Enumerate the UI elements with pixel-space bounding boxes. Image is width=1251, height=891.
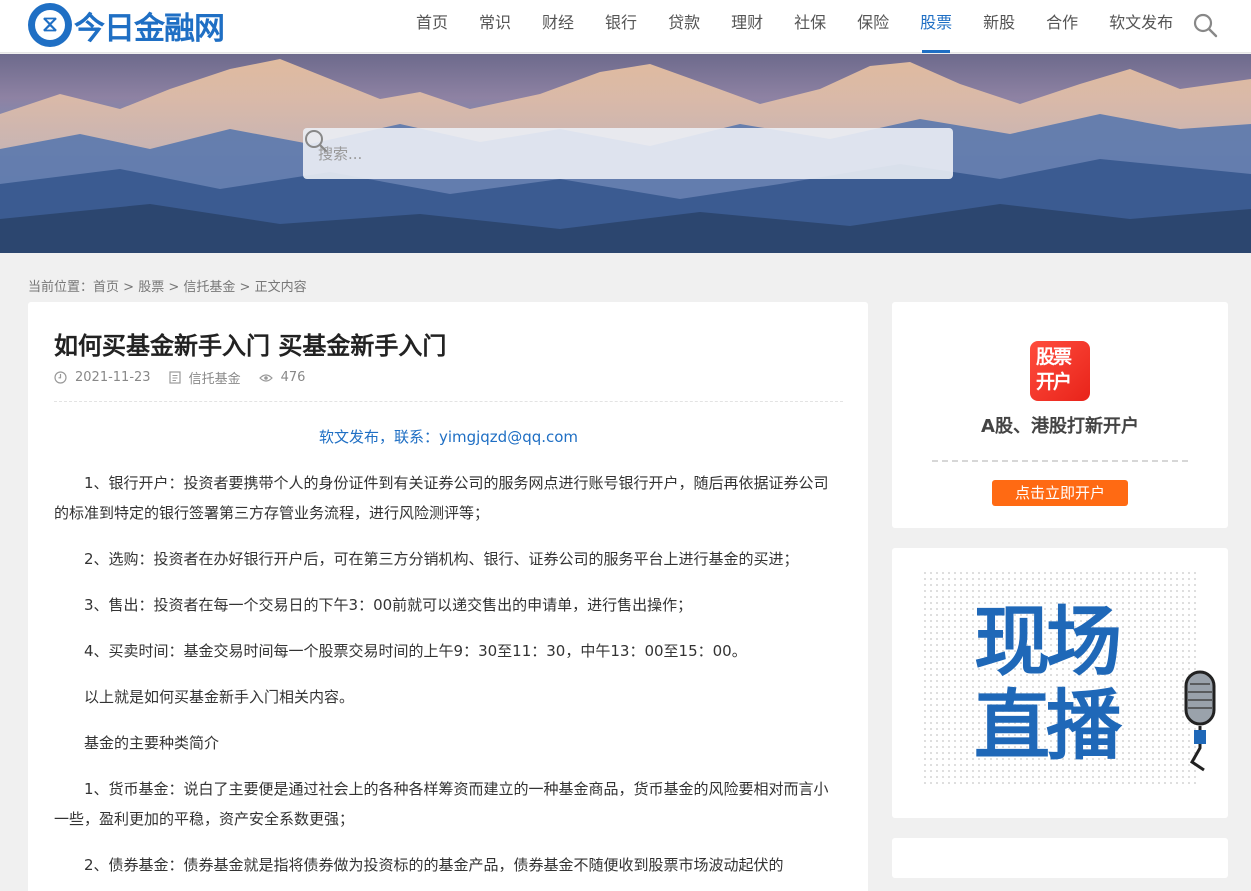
nav-item[interactable]: 银行 bbox=[597, 0, 645, 53]
article-paragraph: 2、选购：投资者在办好银行开户后，可在第三方分销机构、银行、证券公司的服务平台上… bbox=[84, 550, 799, 568]
meta-views: 476 bbox=[258, 370, 306, 385]
breadcrumb-stocks[interactable]: 股票 bbox=[138, 280, 164, 295]
article-meta: 2021-11-23 信托基金 476 bbox=[54, 368, 323, 387]
article-date: 2021-11-23 bbox=[75, 370, 151, 385]
search-icon[interactable] bbox=[1192, 12, 1218, 38]
nav-item[interactable]: 新股 bbox=[975, 0, 1023, 53]
breadcrumb-current: 正文内容 bbox=[254, 280, 307, 295]
nav-item[interactable]: 保险 bbox=[849, 0, 897, 53]
eye-icon bbox=[258, 373, 273, 382]
nav-item[interactable]: 首页 bbox=[408, 0, 456, 53]
nav-item[interactable]: 常识 bbox=[471, 0, 519, 53]
breadcrumb-prefix: 当前位置： bbox=[28, 280, 94, 295]
live-broadcast-image: 现场 直播 bbox=[922, 570, 1216, 788]
logo-mark-icon: ⧖ bbox=[28, 3, 72, 47]
microphone-icon bbox=[1184, 670, 1216, 772]
meta-date: 2021-11-23 bbox=[54, 370, 151, 385]
sidebar-card-empty bbox=[892, 838, 1228, 878]
meta-category: 信托基金 bbox=[168, 368, 241, 387]
article-paragraph: 1、货币基金：说白了主要便是通过社会上的各种各样筹资而建立的一种基金商品，货币基… bbox=[54, 780, 829, 828]
promo-contact-link[interactable]: 软文发布，联系：yimgjqzd@qq.com bbox=[54, 426, 843, 447]
nav-item[interactable]: 软文发布 bbox=[1101, 0, 1181, 53]
article-paragraph: 2、债券基金：债券基金就是指将债券做为投资标的的基金产品，债券基金不随便收到股票… bbox=[84, 856, 784, 874]
live-title-line2: 直播 bbox=[974, 681, 1122, 770]
nav-item[interactable]: 合作 bbox=[1038, 0, 1086, 53]
site-header: ⧖ 今日金融网 首页 常识 财经 银行 贷款 理财 社保 保险 股票 新股 合作 软文发布 bbox=[0, 0, 1251, 53]
card-divider bbox=[932, 460, 1188, 462]
open-account-button[interactable]: 点击立即开户 bbox=[992, 480, 1128, 506]
article-category[interactable]: 信托基金 bbox=[189, 368, 241, 387]
article-paragraph: 3、售出：投资者在每一个交易日的下午3：00前就可以递交售出的申请单，进行售出操… bbox=[84, 596, 693, 614]
account-open-title: A股、港股打新开户 bbox=[981, 416, 1139, 437]
article-paragraph: 1、银行开户：投资者要携带个人的身份证件到有关证券公司的服务网点进行账号银行开户… bbox=[54, 474, 829, 522]
nav-item[interactable]: 财经 bbox=[534, 0, 582, 53]
live-broadcast-card[interactable]: 现场 直播 bbox=[892, 548, 1228, 818]
nav-item[interactable]: 贷款 bbox=[660, 0, 708, 53]
search-input[interactable] bbox=[303, 128, 903, 179]
nav-item[interactable]: 股票 bbox=[912, 0, 960, 53]
banner-search-box bbox=[303, 128, 953, 179]
stock-account-app-icon[interactable]: 股票 开户 bbox=[1030, 341, 1090, 401]
article-paragraph: 4、买卖时间：基金交易时间每一个股票交易时间的上午9：30至11：30，中午13… bbox=[84, 642, 747, 660]
article-title: 如何买基金新手入门 买基金新手入门 bbox=[54, 332, 447, 360]
document-icon bbox=[168, 371, 181, 384]
nav-item[interactable]: 社保 bbox=[786, 0, 834, 53]
article-card: 如何买基金新手入门 买基金新手入门 2021-11-23 信托基金 476 软文… bbox=[28, 302, 868, 891]
breadcrumb-trust-fund[interactable]: 信托基金 bbox=[183, 280, 235, 295]
site-logo[interactable]: ⧖ 今日金融网 bbox=[28, 2, 225, 48]
main-nav: 首页 常识 财经 银行 贷款 理财 社保 保险 股票 新股 合作 软文发布 bbox=[408, 0, 1196, 53]
breadcrumb-home[interactable]: 首页 bbox=[93, 280, 119, 295]
hero-banner bbox=[0, 54, 1251, 253]
article-paragraph: 以上就是如何买基金新手入门相关内容。 bbox=[84, 688, 355, 706]
search-icon[interactable] bbox=[303, 128, 329, 154]
title-divider bbox=[54, 401, 843, 402]
clock-icon bbox=[54, 371, 67, 384]
logo-text: 今日金融网 bbox=[74, 10, 225, 47]
nav-item[interactable]: 理财 bbox=[723, 0, 771, 53]
article-paragraph: 基金的主要种类简介 bbox=[84, 734, 220, 752]
breadcrumb: 当前位置：首页 > 股票 > 信托基金 > 正文内容 bbox=[28, 280, 307, 295]
article-body: 1、银行开户：投资者要携带个人的身份证件到有关证券公司的服务网点进行账号银行开户… bbox=[54, 468, 843, 891]
live-title-line1: 现场 bbox=[974, 597, 1122, 686]
article-views: 476 bbox=[280, 370, 306, 385]
account-open-card: 股票 开户 A股、港股打新开户 点击立即开户 bbox=[892, 302, 1228, 528]
